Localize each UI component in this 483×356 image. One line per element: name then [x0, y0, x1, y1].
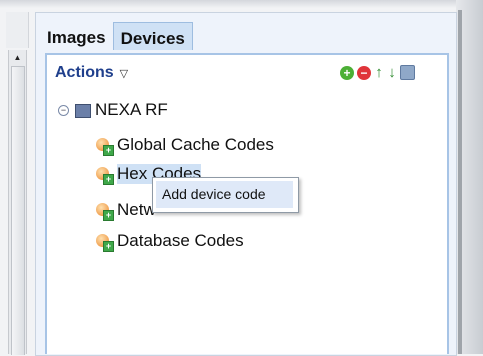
move-down-icon[interactable]: ↓	[387, 65, 397, 80]
tree-item-label: Global Cache Codes	[117, 135, 274, 154]
remove-icon[interactable]: −	[357, 65, 371, 80]
right-rail	[458, 10, 462, 354]
code-folder-icon: +	[96, 202, 114, 221]
window-top-shadow	[0, 0, 483, 8]
tree-root-nexa-rf[interactable]: − NEXA RF	[58, 100, 168, 120]
context-menu: Add device code	[152, 177, 299, 213]
tv-icon	[75, 104, 91, 118]
tree-item-network-codes[interactable]: + Netw	[96, 200, 156, 221]
add-icon[interactable]: +	[340, 65, 354, 80]
code-folder-icon: +	[96, 233, 114, 252]
tab-bar: Images Devices	[40, 22, 193, 54]
tab-images[interactable]: Images	[40, 22, 113, 50]
tree-item-database-codes[interactable]: + Database Codes	[96, 231, 244, 252]
menu-item-add-device-code[interactable]: Add device code	[156, 181, 293, 208]
scroll-up-icon[interactable]: ▲	[9, 50, 26, 64]
vertical-scrollbar[interactable]: ▲	[8, 50, 27, 355]
collapse-icon[interactable]: −	[58, 104, 69, 116]
triangle-down-icon: ▽	[119, 67, 129, 80]
move-up-icon[interactable]: ↑	[374, 65, 384, 80]
tree-root-label: NEXA RF	[95, 100, 168, 119]
tree-item-global-cache-codes[interactable]: + Global Cache Codes	[96, 135, 274, 156]
tab-devices[interactable]: Devices	[112, 22, 193, 50]
scroll-thumb[interactable]	[11, 66, 25, 355]
tree-toolbar: + − ↑ ↓	[340, 65, 415, 80]
actions-menu[interactable]: Actions ▽	[55, 64, 128, 82]
tree-item-label: Netw	[117, 200, 156, 219]
right-window-edge	[456, 0, 483, 354]
actions-label: Actions	[55, 64, 114, 81]
save-icon[interactable]	[400, 65, 415, 80]
code-folder-icon: +	[96, 166, 114, 185]
left-gutter	[6, 12, 29, 48]
code-folder-icon: +	[96, 137, 114, 156]
tree-item-label: Database Codes	[117, 231, 244, 250]
